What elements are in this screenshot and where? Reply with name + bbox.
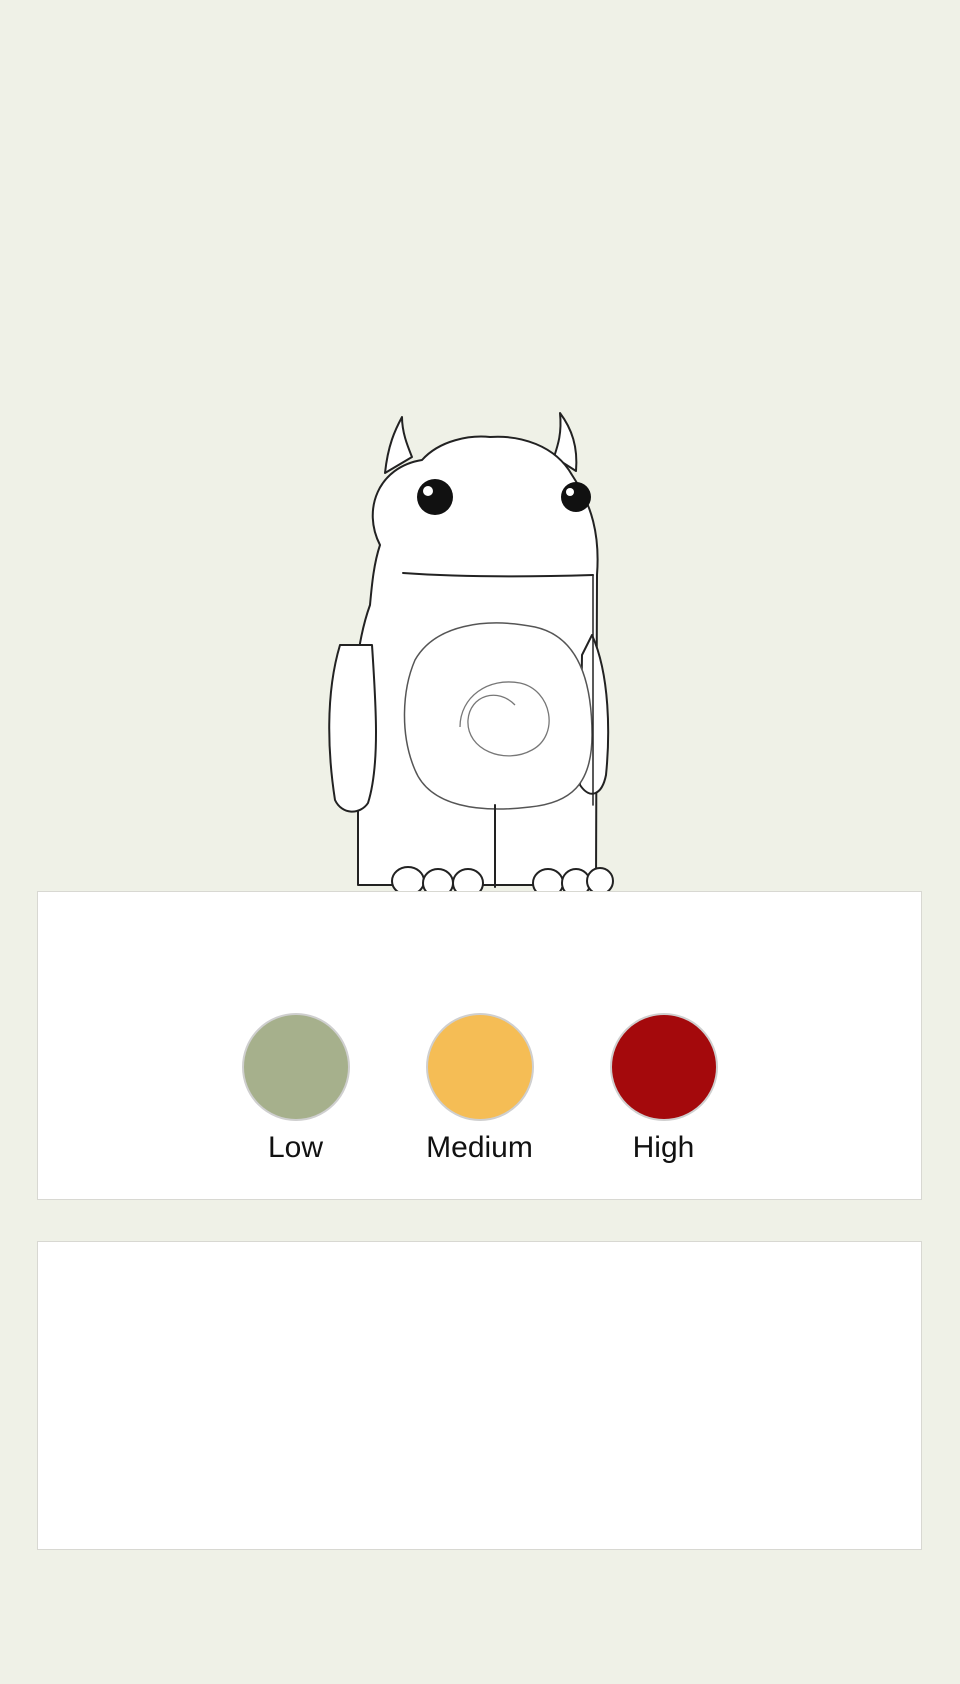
high-color-dot[interactable]: [609, 1013, 718, 1121]
level-high-option[interactable]: High: [609, 1013, 719, 1165]
medium-color-dot[interactable]: [425, 1013, 534, 1121]
low-label: Low: [267, 1131, 324, 1164]
medium-label: Medium: [426, 1131, 533, 1164]
monster-illustration: [310, 405, 650, 905]
severity-levels: Low Medium High: [38, 1013, 921, 1165]
content-panel: [37, 1241, 922, 1550]
severity-panel: Low Medium High: [37, 891, 922, 1200]
level-medium-option[interactable]: Medium: [425, 1013, 535, 1165]
monster-icon: [328, 412, 614, 898]
low-color-dot[interactable]: [241, 1013, 350, 1121]
level-low-option[interactable]: Low: [241, 1013, 351, 1165]
high-label: High: [632, 1131, 695, 1164]
